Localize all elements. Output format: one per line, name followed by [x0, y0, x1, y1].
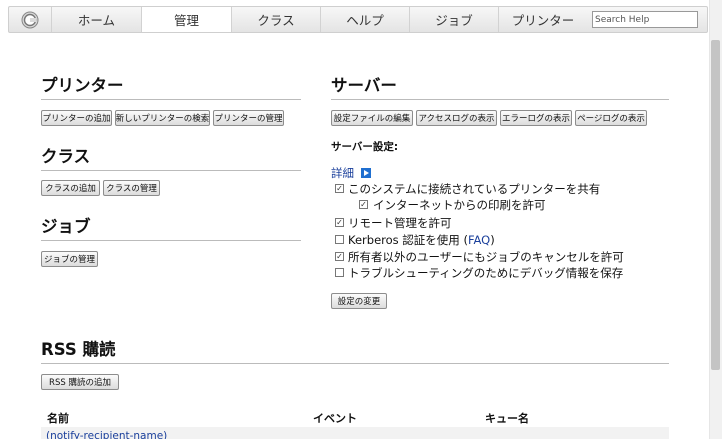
find-new-printers-button[interactable]: 新しいプリンターの検索	[115, 110, 210, 126]
add-class-button[interactable]: クラスの追加	[41, 180, 100, 196]
view-error-log-button[interactable]: エラーログの表示	[500, 110, 572, 126]
tab-classes[interactable]: クラス	[231, 7, 320, 32]
remote-admin-checkbox[interactable]: ✓	[335, 218, 344, 227]
cancel-any-job-checkbox[interactable]: ✓	[335, 252, 344, 261]
tab-home[interactable]: ホーム	[51, 7, 141, 32]
notify-recipient-link[interactable]: (notify-recipient-name)	[46, 430, 167, 439]
share-printers-checkbox[interactable]: ✓	[335, 184, 344, 193]
top-navigation: ホーム 管理 クラス ヘルプ ジョブ プリンター	[8, 6, 708, 33]
classes-heading: クラス	[41, 143, 301, 171]
advanced-link[interactable]: 詳細	[331, 166, 354, 180]
jobs-heading: ジョブ	[41, 213, 301, 241]
scrollbar-thumb[interactable]	[711, 40, 720, 370]
tab-help[interactable]: ヘルプ	[320, 7, 409, 32]
server-heading: サーバー	[331, 72, 669, 100]
table-row: (notify-recipient-name)	[41, 427, 669, 439]
manage-classes-button[interactable]: クラスの管理	[103, 180, 160, 196]
view-access-log-button[interactable]: アクセスログの表示	[416, 110, 497, 126]
column-header-name: 名前	[47, 412, 69, 425]
share-printers-label: このシステムに接続されているプリンターを共有	[348, 182, 601, 196]
column-header-queue: キュー名	[485, 412, 529, 425]
tab-jobs[interactable]: ジョブ	[409, 7, 498, 32]
kerberos-label: Kerberos 認証を使用 (	[348, 233, 468, 247]
column-header-event: イベント	[313, 412, 357, 425]
printers-heading: プリンター	[41, 72, 301, 100]
advanced-toggle[interactable]: 詳細	[331, 165, 371, 181]
faq-link[interactable]: FAQ	[468, 233, 490, 247]
change-settings-button[interactable]: 設定の変更	[331, 293, 387, 309]
manage-printers-button[interactable]: プリンターの管理	[213, 110, 284, 126]
tab-printers[interactable]: プリンター	[498, 7, 587, 32]
allow-internet-printing-label: インターネットからの印刷を許可	[373, 198, 546, 212]
debug-logging-checkbox[interactable]	[335, 268, 344, 277]
debug-logging-label: トラブルシューティングのためにデバッグ情報を保存	[348, 266, 624, 280]
search-input[interactable]	[592, 11, 698, 28]
kerberos-suffix: )	[490, 233, 495, 247]
tab-administration[interactable]: 管理	[141, 7, 231, 32]
kerberos-checkbox[interactable]	[335, 235, 344, 244]
remote-admin-label: リモート管理を許可	[348, 216, 452, 230]
cancel-any-job-label: 所有者以外のユーザーにもジョブのキャンセルを許可	[348, 250, 624, 264]
allow-internet-printing-checkbox[interactable]: ✓	[359, 200, 368, 209]
view-page-log-button[interactable]: ページログの表示	[575, 110, 647, 126]
server-settings-label: サーバー設定:	[331, 141, 399, 153]
edit-config-button[interactable]: 設定ファイルの編集	[331, 110, 413, 126]
manage-jobs-button[interactable]: ジョブの管理	[41, 251, 98, 267]
add-printer-button[interactable]: プリンターの追加	[41, 110, 112, 126]
add-rss-subscription-button[interactable]: RSS 購読の追加	[41, 374, 119, 390]
cups-logo-icon[interactable]	[9, 7, 51, 32]
rss-heading: RSS 購読	[41, 336, 669, 364]
expand-arrow-icon[interactable]	[360, 168, 371, 178]
kerberos-row: Kerberos 認証を使用 (FAQ)	[348, 232, 495, 248]
